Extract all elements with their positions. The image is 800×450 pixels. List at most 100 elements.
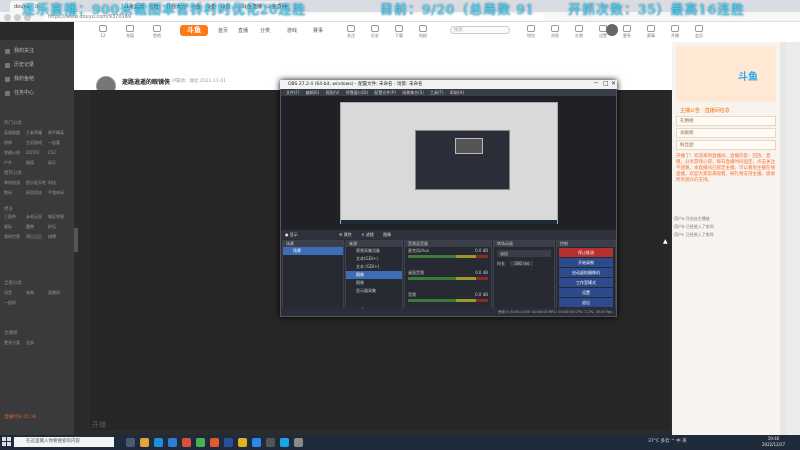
category-link[interactable]: 娱乐 [48,158,70,168]
visibility-button[interactable]: ● 显示 [285,232,298,237]
wallet-button[interactable]: 钱包 [520,22,542,40]
category-link[interactable]: 科技 [48,178,70,188]
category-link[interactable]: DOTA2 [26,148,48,158]
category-link[interactable]: CS2 [48,148,70,158]
category-link[interactable]: 网游竞技 [26,188,48,198]
sidebar-item-follow[interactable]: 我的关注 [0,46,74,56]
category-link[interactable]: 一起听 [4,298,26,308]
source-item[interactable]: 文本(GDI+) [346,255,402,263]
scene-item[interactable]: 场景 [283,247,343,255]
category-link[interactable]: 星际 [4,222,26,232]
duration-input[interactable]: 300 ms [510,261,534,266]
sidebar-item-fishbar[interactable]: 我的鱼吧 [0,74,74,84]
gift-button[interactable]: 礼物 [568,22,590,40]
properties-button[interactable]: ⚙ 属性 [339,232,352,237]
back-icon[interactable] [4,14,11,21]
follow-button[interactable]: 关注 [340,22,362,40]
app-icon[interactable] [294,438,303,447]
category-link[interactable]: 永劫无间 [26,212,48,222]
category-link[interactable]: 颜值 [26,158,48,168]
obs-menu-item[interactable]: 工具(T) [430,90,444,95]
app-icon[interactable] [168,438,177,447]
category-link[interactable]: 和平精英 [48,128,70,138]
settings-button[interactable]: 设置 [559,288,613,297]
category-link[interactable]: 语音 [4,288,26,298]
category-link[interactable]: 魔兽 [26,222,48,232]
search-input[interactable]: 搜索 [450,26,510,34]
message-button[interactable]: 消息 [544,22,566,40]
volume-meter[interactable] [408,255,488,258]
category-link[interactable]: 我的世界 [4,232,26,242]
edge-icon[interactable] [154,438,163,447]
volume-meter[interactable] [408,277,488,280]
sidebar-item-history[interactable]: 历史记录 [0,60,74,70]
filters-button[interactable]: ✕ 滤镜 [361,232,374,237]
exit-button[interactable]: 退出 [559,298,613,307]
rank-card[interactable]: 贡献榜 [676,128,776,138]
file-explorer-icon[interactable] [140,438,149,447]
close-icon[interactable]: ✕ [611,80,616,87]
category-link[interactable]: 王者荣耀 [26,128,48,138]
category-link[interactable]: 三国杀 [4,212,26,222]
history-button[interactable]: 历史 [364,22,386,40]
app-icon[interactable] [196,438,205,447]
obs-menu-item[interactable]: 编辑(E) [306,90,320,95]
vip-button[interactable]: 会员 [688,22,710,40]
category-link[interactable]: 鱼乐星天地 [26,178,48,188]
category-link[interactable]: 体育 [26,288,48,298]
refresh-icon[interactable] [24,14,31,21]
fishbar-button[interactable]: 鱼吧 [146,22,168,40]
windows-start-icon[interactable] [2,437,12,447]
stop-streaming-button[interactable]: 停止推流 [559,248,613,257]
app-icon[interactable] [252,438,261,447]
go-live-button[interactable]: 开播 [664,22,686,40]
taskbar-clock[interactable]: 19:40 2022/12/27 [762,436,785,448]
nav-events[interactable]: 赛事 [313,27,323,34]
obs-menu-item[interactable]: 停靠窗口(D) [346,90,368,95]
douyu-logo[interactable]: 斗鱼 [180,25,208,36]
category-link[interactable]: 穿越火线 [4,148,26,158]
category-link[interactable]: 明日之后 [26,232,48,242]
category-link[interactable]: 一起看 [48,138,70,148]
source-item[interactable]: 文本 (GDI+) [346,263,402,271]
browser-tab[interactable]: 斗鱼 · 斗鱼 [202,1,236,12]
obs-menu-item[interactable]: 文件(F) [286,90,299,95]
user-avatar[interactable] [606,24,618,36]
app-icon[interactable] [238,438,247,447]
category-link[interactable]: 暗区突围 [48,212,70,222]
rank-card[interactable]: 礼物榜 [676,116,776,126]
minimize-icon[interactable]: ─ [594,80,598,87]
browser-tab[interactable]: 斗鱼直播 · 斗鱼直播 [120,1,160,12]
obs-menu-item[interactable]: 配置文件(P) [374,90,396,95]
category-link[interactable]: 全部 [26,338,48,348]
category-link[interactable]: 棋牌 [48,232,70,242]
obs-menu-item[interactable]: 帮助(H) [450,90,464,95]
sidebar-collapse-handle[interactable] [74,228,78,252]
category-link[interactable]: 单机热游 [4,178,26,188]
obs-menu-item[interactable]: 场景集合(S) [402,90,424,95]
category-link[interactable]: 原神 [4,138,26,148]
rank-card[interactable]: 粉丝团 [676,140,776,150]
transition-select[interactable]: 淡出 [497,250,551,257]
nav-live[interactable]: 直播 [238,27,248,34]
category-link[interactable]: 更多分类 [4,338,26,348]
events-button[interactable]: 赛事 [640,22,662,40]
category-link[interactable]: 直播间 [48,288,70,298]
app-icon[interactable] [210,438,219,447]
category-link[interactable]: 户外 [4,158,26,168]
source-item[interactable]: 图像 [346,279,402,287]
nav-home[interactable]: 首页 [218,27,228,34]
studio-mode-button[interactable]: 工作室模式 [559,278,613,287]
forward-icon[interactable] [14,14,21,21]
app-icon[interactable] [280,438,289,447]
download-button[interactable]: 下载 [388,22,410,40]
task-view-icon[interactable] [126,438,135,447]
virtual-camera-button[interactable]: 启动虚拟摄像机 [559,268,613,277]
app-icon[interactable] [224,438,233,447]
sidebar-item-tasks[interactable]: 任务中心 [0,88,74,98]
category-link[interactable]: 英雄联盟 [4,128,26,138]
promo-banner[interactable]: 斗鱼 [676,46,776,102]
recharge-button[interactable]: 充值 [119,22,141,40]
obs-taskbar-icon[interactable] [266,438,275,447]
nav-games[interactable]: 游戏 [287,27,297,34]
